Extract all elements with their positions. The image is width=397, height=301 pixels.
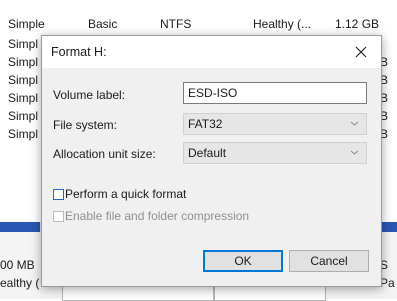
file-system-label: File system:	[53, 118, 118, 132]
volume-row[interactable]: Simple Basic NTFS Healthy (... 1.12 GB	[0, 15, 397, 33]
allocation-unit-size-select[interactable]: Default	[183, 142, 367, 164]
disk-partition-bar	[0, 222, 40, 232]
dialog-title-bar[interactable]: Format H:	[42, 36, 381, 68]
volume-layout: Simpl	[8, 109, 39, 123]
chevron-down-icon	[350, 121, 359, 126]
volume-status: Healthy (...	[253, 17, 312, 31]
file-system-value: FAT32	[188, 117, 223, 131]
allocation-unit-size-value: Default	[188, 146, 227, 160]
volume-label-label: Volume label:	[53, 88, 126, 102]
ok-button[interactable]: OK	[203, 250, 283, 272]
quick-format-checkbox[interactable]	[53, 189, 64, 200]
close-icon	[355, 46, 367, 58]
compression-checkbox[interactable]	[53, 211, 64, 222]
compression-label: Enable file and folder compression	[65, 209, 250, 223]
format-dialog: Format H: Volume label: ESD-ISO File sys…	[41, 35, 382, 287]
dialog-title: Format H:	[51, 45, 107, 59]
volume-layout: Simple	[8, 17, 45, 31]
volume-capacity: 1.12 GB	[335, 17, 380, 31]
volume-layout: Simpl	[8, 37, 39, 51]
disk-status: ealthy (	[0, 276, 40, 290]
volume-type: Basic	[88, 17, 118, 31]
volume-label-input[interactable]: ESD-ISO	[183, 82, 367, 104]
disk-size: 00 MB	[0, 258, 35, 272]
chevron-down-icon	[350, 150, 359, 155]
disk-partition-text: Pa	[380, 276, 395, 290]
volume-layout: Simpl	[8, 91, 39, 105]
volume-layout: Simpl	[8, 55, 39, 69]
volume-layout: Simpl	[8, 73, 39, 87]
volume-layout: Simpl	[8, 127, 39, 141]
volume-file-system: NTFS	[160, 17, 192, 31]
cancel-button[interactable]: Cancel	[289, 250, 369, 272]
quick-format-label[interactable]: Perform a quick format	[65, 187, 186, 201]
close-button[interactable]	[341, 36, 381, 68]
allocation-unit-size-label: Allocation unit size:	[53, 147, 156, 161]
file-system-select[interactable]: FAT32	[183, 113, 367, 135]
